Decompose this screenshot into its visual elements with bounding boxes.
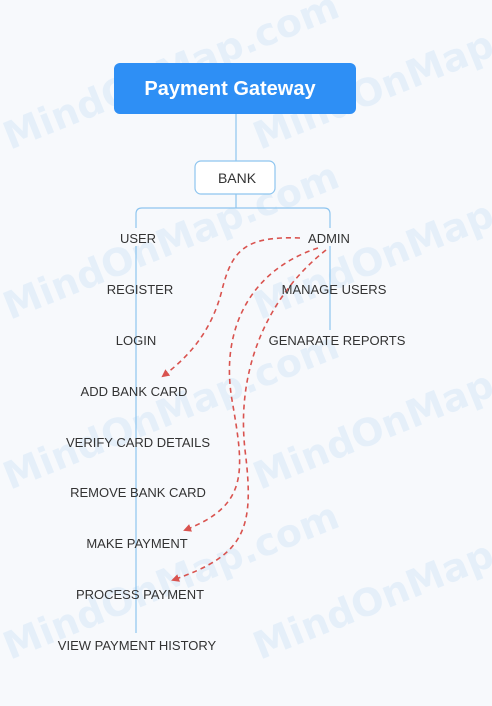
root-node[interactable]: Payment Gateway — [114, 63, 356, 114]
user-child-remove-bank-card[interactable]: REMOVE BANK CARD — [70, 485, 206, 500]
user-node[interactable]: USER — [120, 231, 156, 246]
user-child-view-payment-history[interactable]: VIEW PAYMENT HISTORY — [58, 638, 217, 653]
admin-child-manage-users[interactable]: MANAGE USERS — [282, 282, 387, 297]
bank-node-label: BANK — [218, 170, 257, 186]
user-child-make-payment[interactable]: MAKE PAYMENT — [86, 536, 187, 551]
user-child-verify-card-details[interactable]: VERIFY CARD DETAILS — [66, 435, 210, 450]
bank-node[interactable]: BANK — [194, 160, 276, 195]
admin-child-generate-reports[interactable]: GENARATE REPORTS — [269, 333, 406, 348]
user-child-process-payment[interactable]: PROCESS PAYMENT — [76, 587, 204, 602]
root-node-label: Payment Gateway — [144, 78, 316, 100]
user-child-login[interactable]: LOGIN — [116, 333, 156, 348]
mind-map-canvas: MindOnMap.com MindOnMap.com MindOnMap.co… — [0, 0, 492, 668]
user-child-register[interactable]: REGISTER — [107, 282, 173, 297]
user-child-add-bank-card[interactable]: ADD BANK CARD — [81, 384, 188, 399]
admin-node[interactable]: ADMIN — [308, 231, 350, 246]
